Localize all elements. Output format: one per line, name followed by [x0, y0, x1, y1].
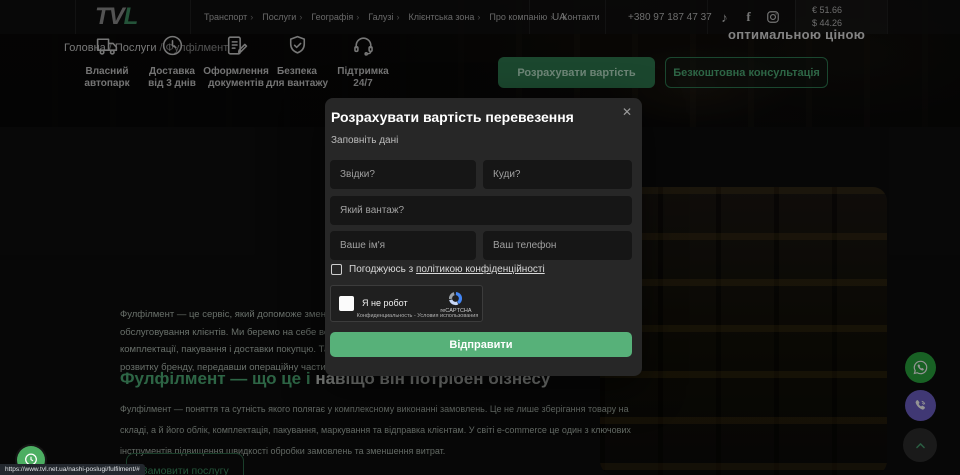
to-input[interactable] [483, 160, 632, 189]
recaptcha-checkbox[interactable] [339, 296, 354, 311]
cargo-input[interactable] [330, 196, 632, 225]
browser-status-url: https://www.tvl.net.ua/nashi-poslugi/ful… [0, 464, 145, 475]
close-icon[interactable]: ✕ [622, 105, 632, 119]
modal-title: Розрахувати вартість перевезення [331, 109, 574, 125]
page: TVL Транспорт› Послуги› Географія› Галуз… [0, 0, 960, 475]
consent-checkbox[interactable] [331, 264, 342, 275]
calculate-cost-modal: Розрахувати вартість перевезення Заповні… [325, 98, 642, 376]
phone-input[interactable] [483, 231, 632, 260]
recaptcha-logo-icon [447, 290, 464, 307]
consent-label: Погоджуюсь з політикою конфіденційності [349, 264, 545, 275]
modal-subtitle: Заповніть дані [331, 135, 398, 146]
from-input[interactable] [330, 160, 476, 189]
recaptcha-label: Я не робот [362, 298, 408, 308]
consent-row: Погоджуюсь з політикою конфіденційності [331, 264, 545, 275]
submit-button[interactable]: Відправити [330, 332, 632, 357]
recaptcha-widget: Я не робот reCAPTCHA Конфиденциальность … [330, 285, 483, 322]
privacy-policy-link[interactable]: політикою конфіденційності [416, 264, 545, 275]
name-input[interactable] [330, 231, 476, 260]
recaptcha-legal: Конфиденциальность - Условия использован… [355, 313, 480, 319]
